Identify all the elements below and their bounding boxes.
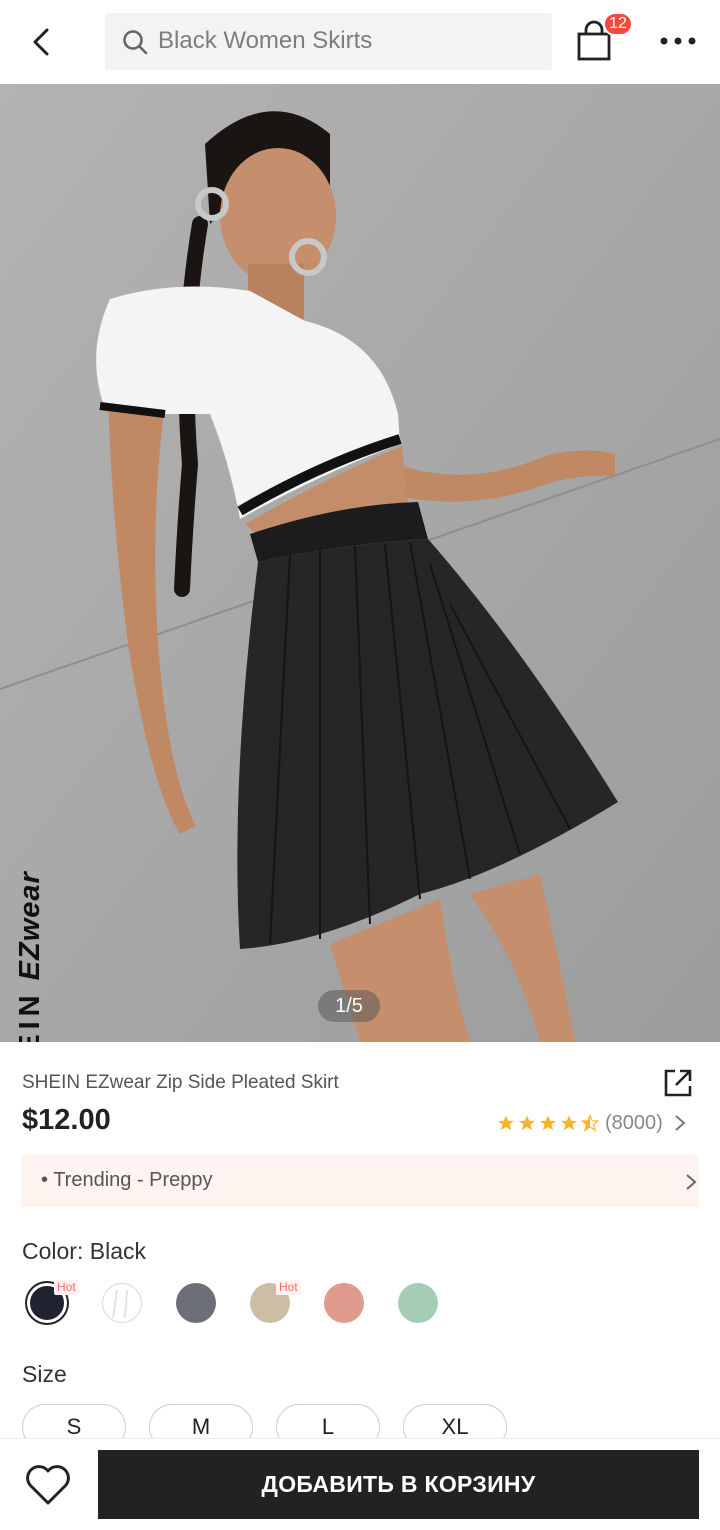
heart-icon[interactable] [24,1463,72,1507]
search-input[interactable]: Black Women Skirts [105,13,552,70]
brand-sub: EZwear [14,871,46,981]
add-to-cart-button[interactable]: ДОБАВИТЬ В КОРЗИНУ [98,1450,699,1519]
image-pager: 1/5 [318,990,380,1022]
product-image-gallery[interactable]: SHEIN EZwear [0,84,720,1042]
white-swatch-pleats [112,1289,128,1319]
star-icon [540,1115,556,1131]
search-query: Black Women Skirts [158,27,373,54]
brand-watermark: SHEIN EZwear [14,871,47,1042]
top-bar: Black Women Skirts 12 [0,0,720,84]
brand-main: SHEIN [14,990,46,1042]
swatch-mint[interactable] [398,1283,438,1323]
color-label: Color: Black [22,1238,146,1264]
back-arrow-icon[interactable] [22,22,62,62]
product-price: $12.00 [22,1104,111,1136]
swatch-white[interactable] [102,1283,142,1323]
chevron-right-icon [686,1174,697,1190]
bottom-action-bar: ДОБАВИТЬ В КОРЗИНУ [0,1438,720,1530]
product-photo [0,84,720,1042]
star-icon [561,1115,577,1131]
star-icon [519,1115,535,1131]
trending-text: • Trending - Preppy [41,1169,213,1191]
half-star-icon [581,1114,599,1132]
rating-stars [497,1114,599,1132]
chevron-right-icon [675,1115,686,1131]
product-title: SHEIN EZwear Zip Side Pleated Skirt [22,1072,339,1093]
swatch-pink[interactable] [324,1283,364,1323]
swatch-grey[interactable] [176,1283,216,1323]
cart-count-badge: 12 [603,12,633,36]
hot-badge: Hot [276,1280,301,1295]
hot-badge: Hot [54,1280,79,1295]
share-icon[interactable] [662,1067,694,1099]
search-icon [123,30,148,55]
more-options-icon[interactable] [656,26,700,56]
star-icon [498,1115,514,1131]
trending-banner[interactable]: • Trending - Preppy [21,1155,699,1207]
review-count: (8000) [605,1111,663,1134]
rating-summary[interactable]: (8000) [497,1110,687,1136]
size-label: Size [22,1361,67,1387]
